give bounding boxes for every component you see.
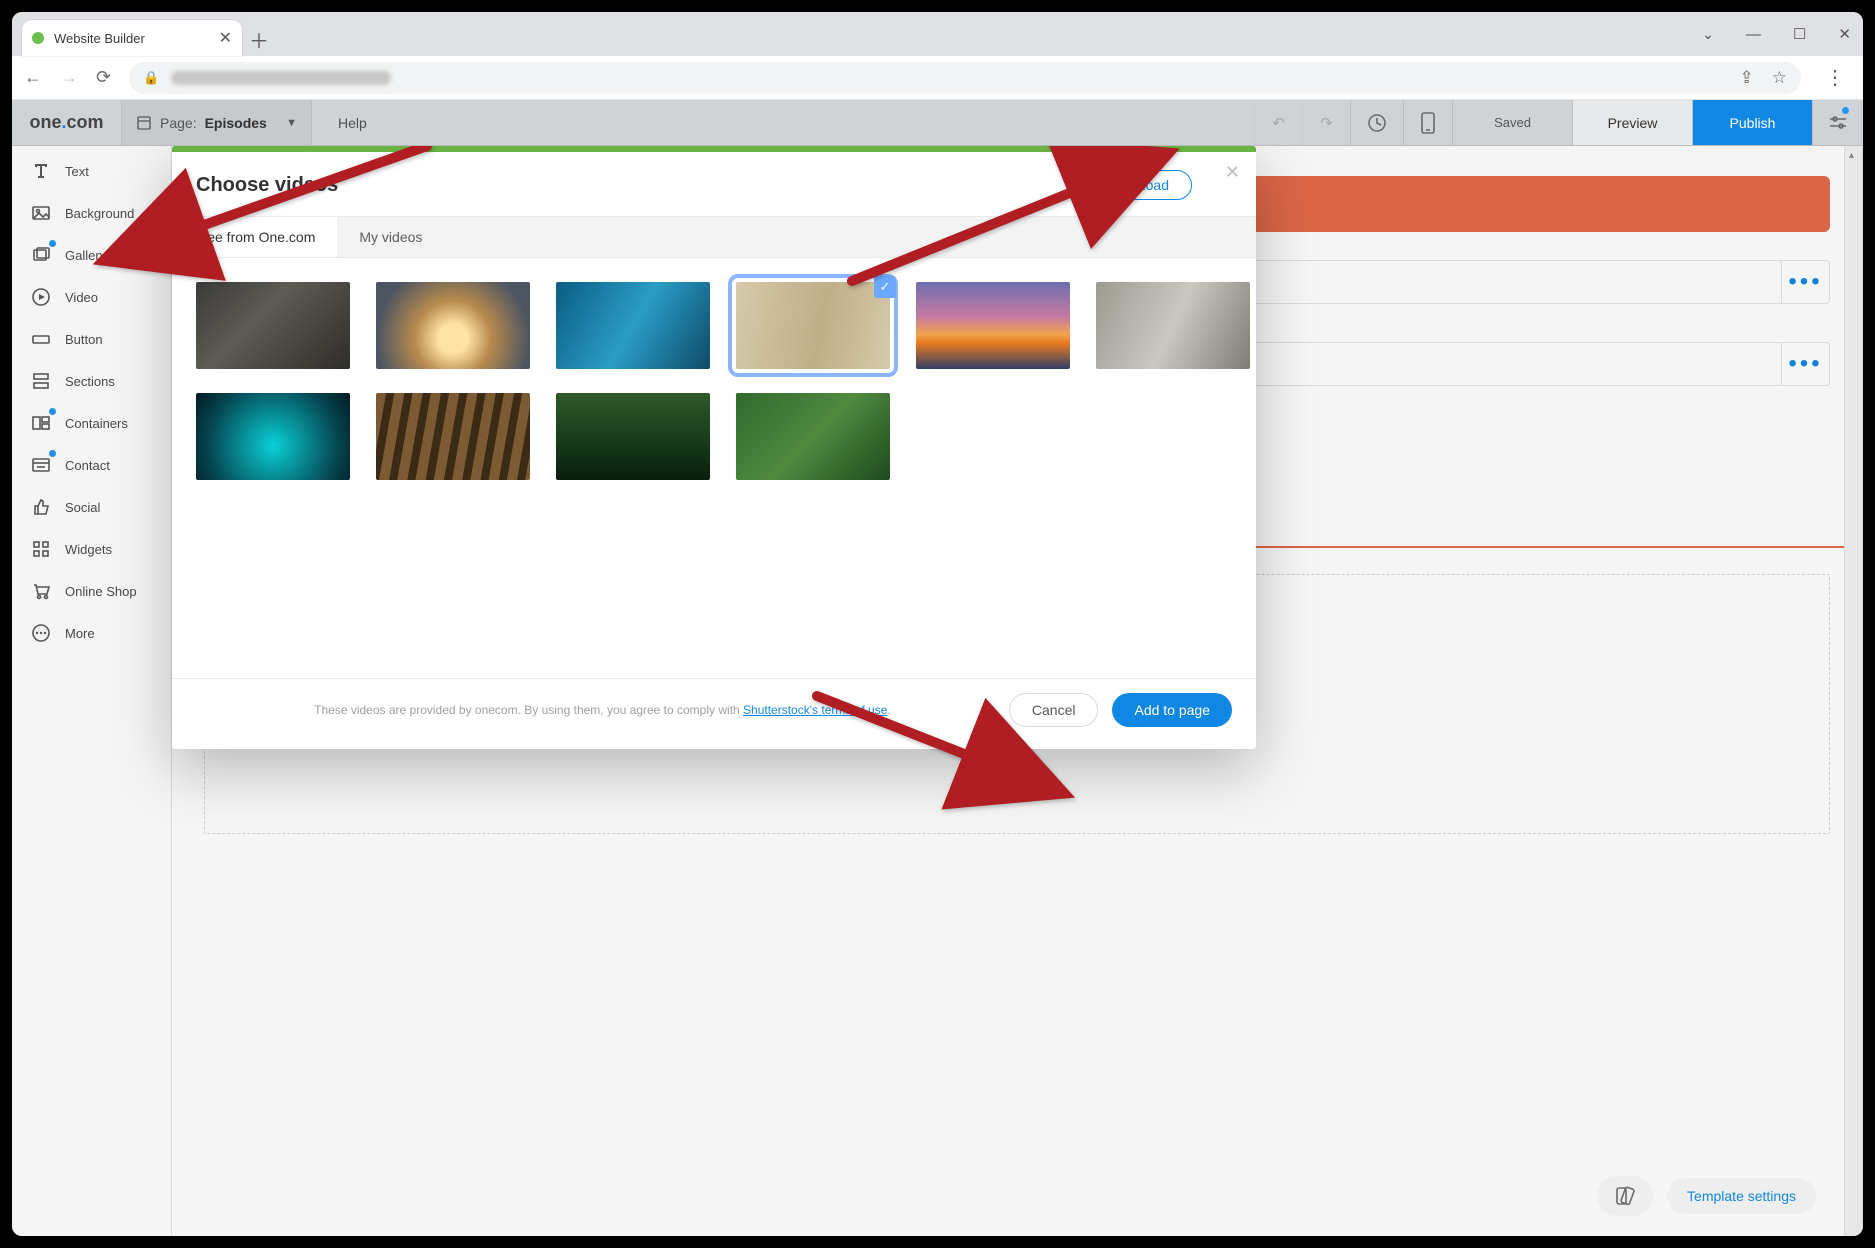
browser-tabstrip: Website Builder ✕ ＋ ⌄ ― ☐ ✕ bbox=[12, 12, 1863, 56]
history-icon bbox=[1367, 113, 1387, 133]
chevron-down-icon: ▼ bbox=[286, 117, 297, 129]
redo-button[interactable]: ↷ bbox=[1302, 100, 1350, 145]
settings-sliders-icon bbox=[1829, 116, 1847, 130]
video-architecture[interactable] bbox=[1096, 282, 1250, 369]
video-sunset-sea[interactable] bbox=[916, 282, 1070, 369]
page-name: Episodes bbox=[205, 115, 267, 131]
template-settings-button[interactable]: Template settings bbox=[1667, 1178, 1816, 1214]
share-icon[interactable]: ⇪ bbox=[1740, 68, 1754, 88]
modal-close-icon[interactable]: ✕ bbox=[1225, 162, 1240, 183]
disclaimer-post: . bbox=[887, 703, 890, 717]
window-controls: ⌄ ― ☐ ✕ bbox=[1702, 12, 1851, 56]
video-ocean-blue[interactable] bbox=[556, 282, 710, 369]
add-to-page-button[interactable]: Add to page bbox=[1112, 693, 1232, 727]
notification-dot bbox=[1842, 107, 1849, 114]
nav-forward-icon[interactable]: → bbox=[60, 67, 78, 88]
window-maximize-icon[interactable]: ☐ bbox=[1793, 25, 1806, 43]
bookmark-star-icon[interactable]: ☆ bbox=[1772, 68, 1787, 88]
modal-title: Choose videos bbox=[196, 174, 338, 197]
lock-icon: 🔒 bbox=[143, 70, 159, 86]
nav-back-icon[interactable]: ← bbox=[24, 67, 42, 88]
video-jungle-pond[interactable] bbox=[556, 393, 710, 480]
modal-disclaimer: These videos are provided by onecom. By … bbox=[196, 703, 1009, 717]
nav-reload-icon[interactable]: ⟳ bbox=[96, 67, 111, 88]
palette-icon bbox=[1614, 1185, 1636, 1207]
theme-palette-button[interactable] bbox=[1597, 1176, 1653, 1216]
browser-tab-active[interactable]: Website Builder ✕ bbox=[22, 20, 242, 56]
brand-pre: one bbox=[29, 112, 61, 133]
page-label: Page: bbox=[160, 115, 197, 131]
video-leaves-dew[interactable] bbox=[736, 393, 890, 480]
phone-icon bbox=[1420, 112, 1436, 134]
preview-button[interactable]: Preview bbox=[1572, 100, 1692, 145]
brand-logo[interactable]: one.com bbox=[12, 100, 122, 145]
page-icon bbox=[136, 115, 152, 131]
app-toolbar: one.com Page: Episodes ▼ Help ↶ ↷ Saved bbox=[12, 100, 1863, 146]
shutterstock-terms-link[interactable]: Shutterstock's terms of use bbox=[743, 703, 887, 717]
page-selector[interactable]: Page: Episodes ▼ bbox=[122, 100, 312, 145]
video-family-sunset[interactable] bbox=[376, 282, 530, 369]
modal-tabs: Free from One.com My videos bbox=[172, 216, 1256, 258]
video-wall-shadow[interactable]: ✓ bbox=[736, 282, 890, 369]
publish-button[interactable]: Publish bbox=[1692, 100, 1812, 145]
tab-title: Website Builder bbox=[54, 31, 209, 46]
choose-videos-modal: Choose videos Upload ✕ Free from One.com… bbox=[172, 146, 1256, 749]
tab-overflow-icon[interactable]: ⌄ bbox=[1702, 26, 1714, 43]
brand-post: com bbox=[67, 112, 104, 133]
url-redacted bbox=[171, 71, 391, 85]
history-button[interactable] bbox=[1350, 100, 1403, 145]
upload-button[interactable]: Upload bbox=[1102, 170, 1192, 200]
mobile-preview-button[interactable] bbox=[1403, 100, 1452, 145]
undo-button[interactable]: ↶ bbox=[1254, 100, 1302, 145]
browser-address-bar: ← → ⟳ 🔒 ⇪ ☆ ⋮ bbox=[12, 56, 1863, 100]
chrome-menu-icon[interactable]: ⋮ bbox=[1819, 65, 1851, 90]
tab-my-videos[interactable]: My videos bbox=[337, 217, 444, 257]
more-button[interactable] bbox=[1812, 100, 1863, 145]
modal-overlay: Choose videos Upload ✕ Free from One.com… bbox=[12, 146, 1863, 1236]
selected-check-icon: ✓ bbox=[874, 276, 896, 298]
tab-favicon bbox=[32, 32, 44, 44]
video-data-wave[interactable] bbox=[196, 393, 350, 480]
cancel-button[interactable]: Cancel bbox=[1009, 693, 1099, 727]
video-grid: ✓ bbox=[196, 282, 1232, 480]
video-aerial-city[interactable] bbox=[196, 282, 350, 369]
tab-free-videos[interactable]: Free from One.com bbox=[172, 217, 337, 257]
video-wood-slats[interactable] bbox=[376, 393, 530, 480]
disclaimer-pre: These videos are provided by onecom. By … bbox=[314, 703, 743, 717]
window-close-icon[interactable]: ✕ bbox=[1838, 25, 1851, 43]
help-link[interactable]: Help bbox=[312, 100, 393, 145]
saved-status: Saved bbox=[1452, 100, 1572, 145]
omnibox[interactable]: 🔒 ⇪ ☆ bbox=[129, 62, 1801, 94]
new-tab-button[interactable]: ＋ bbox=[242, 22, 276, 56]
window-minimize-icon[interactable]: ― bbox=[1746, 26, 1761, 43]
tab-close-icon[interactable]: ✕ bbox=[219, 28, 232, 48]
